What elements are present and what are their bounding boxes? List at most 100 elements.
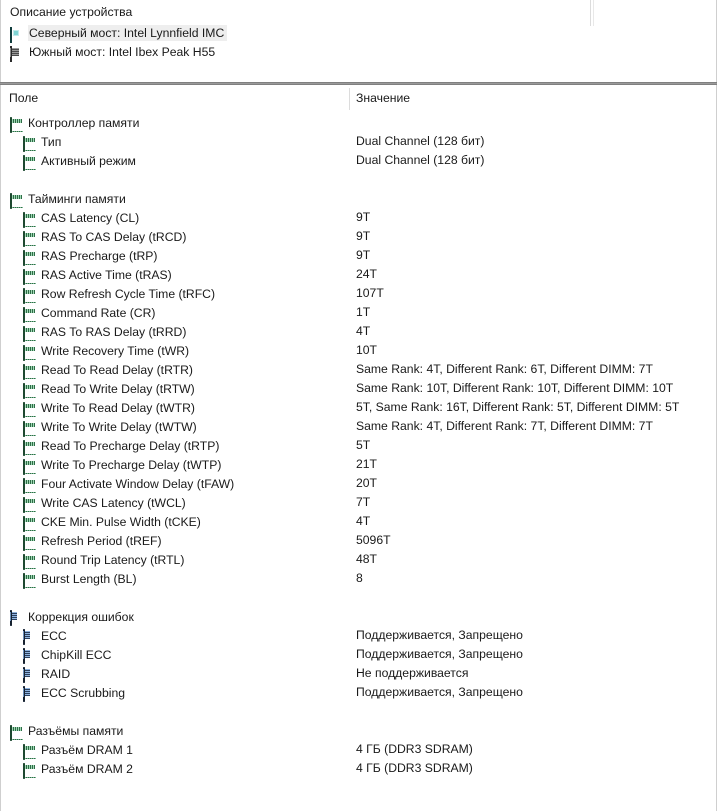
dimm-icon — [23, 325, 36, 342]
field-cell: Command Rate (CR) — [23, 304, 155, 323]
value-cell: Поддерживается, Запрещено — [356, 647, 523, 661]
field-label: Тип — [41, 134, 62, 149]
dimm-icon-glyph — [23, 439, 25, 456]
chip-southbridge-icon — [10, 46, 23, 62]
info-row[interactable]: Write To Write Delay (tWTW) Same Rank: 4T… — [1, 417, 716, 437]
column-header-value[interactable]: Значение — [356, 91, 410, 105]
info-row[interactable]: RAS To RAS Delay (tRRD) 4T — [1, 322, 716, 342]
panel-separator-highlight — [0, 83, 717, 84]
field-label: Burst Length (BL) — [41, 571, 137, 586]
column-header-field[interactable]: Поле — [9, 91, 38, 105]
dimm-icon-glyph — [23, 553, 25, 570]
ecc-module-icon-glyph — [23, 685, 25, 702]
info-row[interactable]: Command Rate (CR) 1T — [1, 303, 716, 323]
info-rows: Контроллер памяти Тип Dual Channel (128 би… — [1, 113, 716, 779]
field-label: Write To Read Delay (tWTR) — [41, 400, 195, 415]
dimm-icon-glyph — [23, 496, 25, 513]
field-cell: Read To Write Delay (tRTW) — [23, 380, 195, 399]
section-header-row[interactable]: Разъёмы памяти — [1, 721, 716, 741]
info-row[interactable]: Read To Precharge Delay (tRTP) 5T — [1, 436, 716, 456]
dimm-icon-glyph — [23, 458, 25, 475]
section-header-row[interactable]: Коррекция ошибок — [1, 607, 716, 626]
dimm-icon-glyph — [23, 230, 25, 247]
device-label: Северный мост: Intel Lynnfield IMC — [28, 25, 228, 41]
dimm-icon — [23, 154, 36, 171]
ecc-module-icon-glyph — [23, 647, 25, 664]
info-row[interactable]: Four Activate Window Delay (tFAW) 20T — [1, 474, 716, 494]
info-row[interactable]: RAID Не поддерживается — [1, 664, 716, 683]
info-row[interactable]: Разъём DRAM 2 4 ГБ (DDR3 SDRAM) — [1, 759, 716, 779]
dimm-icon — [23, 287, 36, 304]
info-row[interactable]: RAS Precharge (tRP) 9T — [1, 246, 716, 266]
dimm-icon-glyph — [23, 211, 25, 228]
device-list-item[interactable]: Южный мост: Intel Ibex Peak H55 — [10, 43, 218, 62]
column-divider[interactable] — [590, 0, 591, 26]
info-row[interactable]: Write To Precharge Delay (tWTP) 21T — [1, 455, 716, 475]
field-label: Write CAS Latency (tWCL) — [41, 495, 186, 510]
dimm-icon-glyph — [23, 420, 25, 437]
dimm-icon-glyph — [23, 363, 25, 380]
field-cell: RAS Precharge (tRP) — [23, 247, 158, 266]
section-title: Контроллер памяти — [28, 115, 140, 130]
value-cell: Поддерживается, Запрещено — [356, 685, 523, 699]
section-header-row[interactable]: Тайминги памяти — [1, 189, 716, 209]
value-cell: 5T, Same Rank: 16T, Different Rank: 5T, … — [356, 400, 680, 414]
device-list-item[interactable]: Северный мост: Intel Lynnfield IMC — [10, 24, 228, 43]
info-row[interactable]: Активный режим Dual Channel (128 бит) — [1, 151, 716, 171]
value-cell: 4 ГБ (DDR3 SDRAM) — [356, 761, 473, 775]
field-cell: Активный режим — [23, 152, 136, 171]
dimm-icon — [23, 515, 36, 532]
dimm-icon-glyph — [23, 572, 25, 589]
value-cell: 9T — [356, 248, 371, 262]
field-cell: CKE Min. Pulse Width (tCKE) — [23, 513, 201, 532]
field-label: Row Refresh Cycle Time (tRFC) — [41, 286, 216, 301]
dimm-icon-glyph — [23, 762, 25, 779]
column-divider-shadow — [593, 0, 594, 26]
dimm-icon-glyph — [23, 287, 25, 304]
info-row[interactable]: CAS Latency (CL) 9T — [1, 208, 716, 228]
chip-southbridge-icon-glyph — [10, 46, 12, 62]
dimm-icon — [23, 572, 36, 589]
field-label: Разъём DRAM 1 — [41, 742, 133, 757]
dimm-icon — [23, 458, 36, 475]
info-row[interactable]: Write Recovery Time (tWR) 10T — [1, 341, 716, 361]
field-cell: Read To Read Delay (tRTR) — [23, 361, 193, 380]
value-column-divider[interactable] — [349, 88, 350, 110]
info-row[interactable]: Round Trip Latency (tRTL) 48T — [1, 550, 716, 570]
section-header-row[interactable]: Контроллер памяти — [1, 113, 716, 133]
info-row[interactable]: Burst Length (BL) 8 — [1, 569, 716, 589]
field-label: Read To Precharge Delay (tRTP) — [41, 438, 220, 453]
field-cell: ECC — [23, 627, 67, 645]
field-label: RAS To CAS Delay (tRCD) — [41, 229, 187, 244]
info-row[interactable]: CKE Min. Pulse Width (tCKE) 4T — [1, 512, 716, 532]
info-row[interactable]: Разъём DRAM 1 4 ГБ (DDR3 SDRAM) — [1, 740, 716, 760]
info-row[interactable]: RAS To CAS Delay (tRCD) 9T — [1, 227, 716, 247]
info-row[interactable]: Read To Write Delay (tRTW) Same Rank: 10T… — [1, 379, 716, 399]
dimm-icon — [23, 344, 36, 361]
info-row[interactable]: Write To Read Delay (tWTR) 5T, Same Rank:… — [1, 398, 716, 418]
info-row[interactable]: Refresh Period (tREF) 5096T — [1, 531, 716, 551]
info-row[interactable]: Write CAS Latency (tWCL) 7T — [1, 493, 716, 513]
info-row[interactable]: Row Refresh Cycle Time (tRFC) 107T — [1, 284, 716, 304]
value-cell: Same Rank: 4T, Different Rank: 7T, Diffe… — [356, 419, 653, 433]
value-cell: 48T — [356, 552, 378, 566]
info-row[interactable]: Тип Dual Channel (128 бит) — [1, 132, 716, 152]
dimm-icon — [23, 211, 36, 228]
field-label: Активный режим — [41, 153, 136, 168]
field-label: Read To Read Delay (tRTR) — [41, 362, 193, 377]
info-row[interactable]: Read To Read Delay (tRTR) Same Rank: 4T, … — [1, 360, 716, 380]
dimm-icon — [23, 306, 36, 323]
info-row[interactable]: ECC Scrubbing Поддерживается, Запрещено — [1, 683, 716, 702]
value-cell: 20T — [356, 476, 378, 490]
dimm-icon-glyph — [23, 534, 25, 551]
field-cell: CAS Latency (CL) — [23, 209, 139, 228]
info-row[interactable]: RAS Active Time (tRAS) 24T — [1, 265, 716, 285]
field-cell: Four Activate Window Delay (tFAW) — [23, 475, 234, 494]
dimm-icon — [23, 230, 36, 247]
field-cell: Тип — [23, 133, 62, 152]
info-row[interactable]: ECC Поддерживается, Запрещено — [1, 626, 716, 645]
field-cell: Write CAS Latency (tWCL) — [23, 494, 186, 513]
info-row[interactable]: ChipKill ECC Поддерживается, Запрещено — [1, 645, 716, 664]
field-cell: Write To Read Delay (tWTR) — [23, 399, 195, 418]
